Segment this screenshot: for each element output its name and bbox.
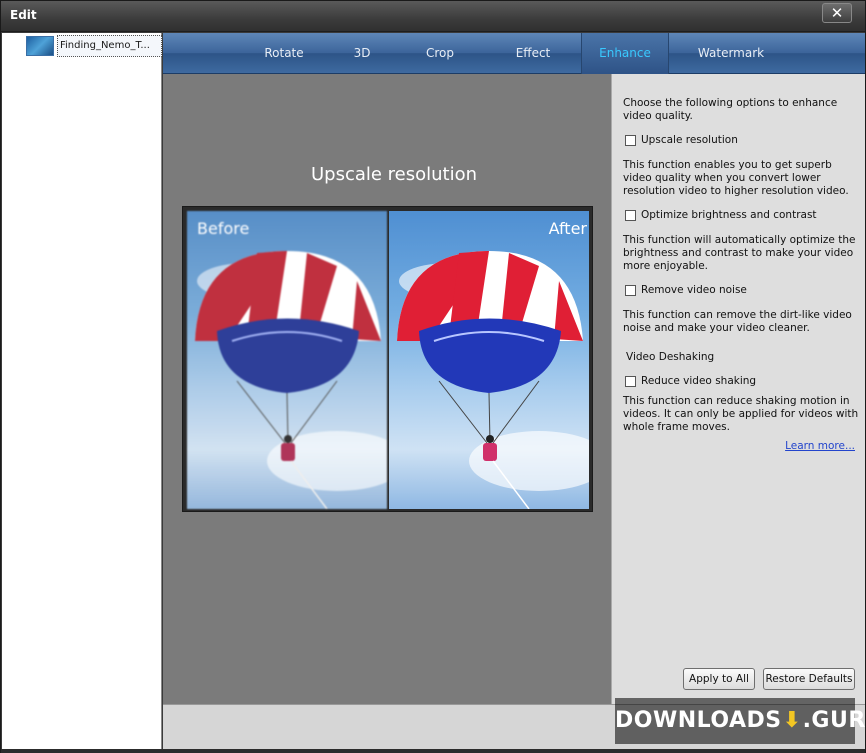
tab-crop[interactable]: Crop [403, 33, 477, 74]
deshaking-section-title: Video Deshaking [626, 351, 715, 363]
after-image: After [389, 211, 589, 509]
restore-defaults-button[interactable]: Restore Defaults [763, 668, 855, 690]
options-intro: Choose the following options to enhance … [623, 97, 838, 122]
tab-3d[interactable]: 3D [331, 33, 393, 74]
tab-watermark[interactable]: Watermark [681, 33, 781, 74]
before-after-comparison: Before After [182, 206, 593, 512]
edit-window: Edit ✕ Finding_Nemo_T... Rotate 3D Crop … [0, 0, 866, 753]
tab-enhance[interactable]: Enhance [581, 33, 669, 74]
checkbox-label: Upscale resolution [641, 134, 738, 146]
checkbox-label: Reduce video shaking [641, 375, 757, 387]
tab-rotate[interactable]: Rotate [247, 33, 321, 74]
file-name: Finding_Nemo_T... [57, 35, 162, 57]
download-arrow-icon: ⬇ [782, 708, 802, 733]
edit-tabs: Rotate 3D Crop Effect Enhance Watermark [163, 33, 865, 74]
learn-more-link[interactable]: Learn more... [785, 440, 855, 452]
before-label: Before [197, 219, 250, 238]
upscale-description: This function enables you to get superb … [623, 159, 849, 197]
brightness-description: This function will automatically optimiz… [623, 234, 856, 272]
tab-effect[interactable]: Effect [493, 33, 573, 74]
preview-area: Upscale resolution Before After [163, 74, 611, 704]
video-thumbnail-icon [26, 36, 54, 56]
bottom-edge [1, 749, 865, 753]
enhance-options-panel: Choose the following options to enhance … [611, 74, 865, 704]
parasail-illustration [397, 251, 589, 509]
checkbox-label: Remove video noise [641, 284, 747, 296]
checkbox-box[interactable] [625, 285, 636, 296]
preview-title: Upscale resolution [310, 164, 478, 185]
checkbox-box[interactable] [625, 135, 636, 146]
apply-to-all-button[interactable]: Apply to All [683, 668, 755, 690]
checkbox-box[interactable] [625, 210, 636, 221]
checkbox-box[interactable] [625, 376, 636, 387]
downloads-guru-watermark: DOWNLOADS⬇.GURU [615, 698, 866, 744]
watermark-text-right: .GURU [802, 708, 866, 733]
file-list: Finding_Nemo_T... [2, 33, 162, 749]
after-label: After [548, 219, 587, 238]
noise-description: This function can remove the dirt-like v… [623, 309, 852, 334]
file-list-item[interactable]: Finding_Nemo_T... [2, 34, 162, 58]
window-title: Edit [10, 8, 37, 22]
title-bar: Edit ✕ [1, 1, 865, 32]
watermark-text-left: DOWNLOADS [615, 708, 782, 733]
deshake-description: This function can reduce shaking motion … [623, 395, 859, 433]
close-button[interactable]: ✕ [822, 3, 852, 23]
before-image: Before [187, 211, 387, 509]
checkbox-label: Optimize brightness and contrast [641, 209, 817, 221]
parasail-illustration [195, 251, 387, 509]
